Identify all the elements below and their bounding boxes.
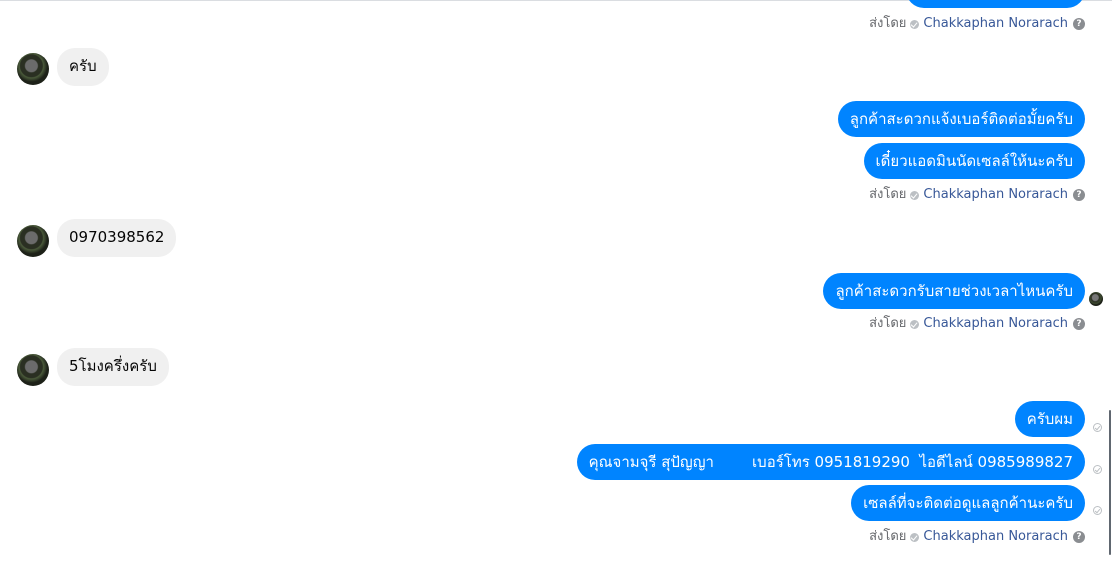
sent-by-row: ส่งโดย Chakkaphan Norarach ? (869, 16, 1085, 32)
help-icon[interactable]: ? (1073, 189, 1085, 201)
agent-name-link[interactable]: Chakkaphan Norarach (923, 187, 1068, 203)
sent-by-label: ส่งโดย (869, 16, 907, 31)
sent-by-label: ส่งโดย (869, 316, 907, 331)
customer-avatar[interactable] (17, 225, 49, 257)
sent-by-label: ส่งโดย (869, 187, 907, 202)
help-icon[interactable]: ? (1073, 18, 1085, 30)
message-bubble-outgoing[interactable]: ครับผม (1014, 401, 1085, 437)
message-bubble-incoming[interactable]: ครับ (57, 48, 109, 86)
verified-icon (910, 319, 920, 329)
sent-status-icon (1093, 506, 1102, 515)
message-bubble-incoming[interactable]: 5โมงครึ่งครับ (57, 348, 169, 386)
message-bubble-outgoing[interactable]: คุณจามจุรี สุปัญญา เบอร์โทร 0951819290 ไ… (576, 444, 1085, 480)
message-bubble-outgoing[interactable]: เดี๋ยวแอดมินนัดเซลล์ให้นะครับ (863, 143, 1085, 179)
agent-name-link[interactable]: Chakkaphan Norarach (923, 16, 1068, 32)
message-bubble-outgoing[interactable]: เซลล์ที่จะติดต่อดูแลลูกค้านะครับ (851, 485, 1085, 521)
customer-avatar[interactable] (17, 53, 49, 85)
sent-by-row: ส่งโดย Chakkaphan Norarach ? (869, 187, 1085, 203)
agent-name-link[interactable]: Chakkaphan Norarach (923, 529, 1068, 545)
help-icon[interactable]: ? (1073, 318, 1085, 330)
agent-name-link[interactable]: Chakkaphan Norarach (923, 316, 1068, 332)
sent-status-icon (1093, 465, 1102, 474)
sent-status-icon (1093, 423, 1102, 432)
sent-by-row: ส่งโดย Chakkaphan Norarach ? (869, 529, 1085, 545)
verified-icon (910, 190, 920, 200)
message-bubble-outgoing[interactable]: ลูกค้าสะดวกแจ้งเบอร์ติดต่อมั้ยครับ (837, 101, 1085, 137)
customer-avatar[interactable] (17, 354, 49, 386)
message-bubble-outgoing-partial[interactable] (906, 0, 1085, 8)
sent-by-label: ส่งโดย (869, 529, 907, 544)
seen-by-avatar (1089, 292, 1103, 306)
help-icon[interactable]: ? (1073, 531, 1085, 543)
scrollbar[interactable] (1109, 410, 1111, 555)
verified-icon (910, 532, 920, 542)
message-bubble-outgoing[interactable]: ลูกค้าสะดวกรับสายช่วงเวลาไหนครับ (823, 273, 1085, 309)
verified-icon (910, 19, 920, 29)
sent-by-row: ส่งโดย Chakkaphan Norarach ? (869, 316, 1085, 332)
message-bubble-incoming[interactable]: 0970398562 (57, 219, 177, 257)
